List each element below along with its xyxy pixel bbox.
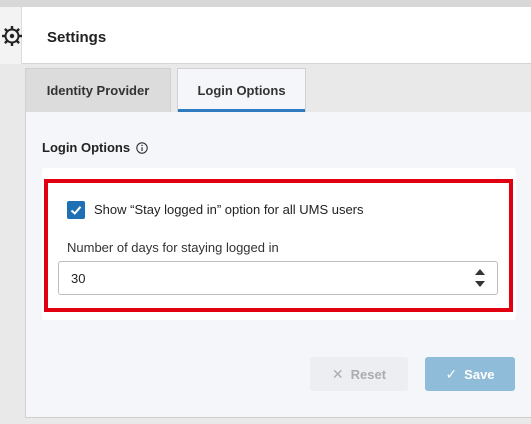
- stay-logged-in-checkbox[interactable]: [67, 201, 85, 219]
- tab-identity-provider[interactable]: Identity Provider: [25, 68, 171, 112]
- save-button[interactable]: ✓ Save: [425, 357, 515, 391]
- days-input-value[interactable]: 30: [71, 271, 85, 286]
- window-top-strip: [0, 0, 531, 7]
- info-icon[interactable]: [136, 141, 148, 154]
- settings-header: Settings: [0, 7, 531, 64]
- check-icon: ✓: [445, 366, 458, 382]
- days-number-input[interactable]: 30: [58, 261, 498, 295]
- days-stepper[interactable]: [472, 266, 488, 290]
- close-icon: ✕: [331, 366, 344, 382]
- reset-button[interactable]: ✕ Reset: [310, 357, 408, 391]
- section-title-text: Login Options: [42, 140, 131, 155]
- check-icon: [70, 206, 82, 215]
- tab-login-options[interactable]: Login Options: [177, 68, 306, 112]
- stepper-up-icon[interactable]: [475, 269, 485, 275]
- section-title: Login Options: [42, 140, 148, 155]
- reset-button-label: Reset: [350, 366, 387, 382]
- page-title: Settings: [47, 29, 107, 46]
- stay-logged-in-label[interactable]: Show “Stay logged in” option for all UMS…: [94, 202, 364, 217]
- days-field-label: Number of days for staying logged in: [67, 240, 279, 255]
- save-button-label: Save: [464, 366, 495, 382]
- stepper-down-icon[interactable]: [475, 281, 485, 287]
- settings-gear-icon: [0, 24, 26, 48]
